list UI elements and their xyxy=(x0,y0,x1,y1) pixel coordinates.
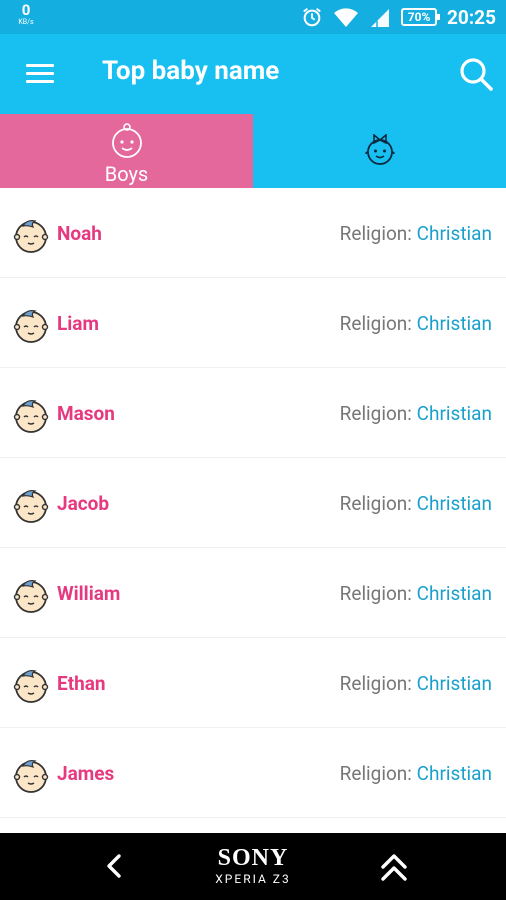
religion-value: Christian xyxy=(416,582,492,605)
baby-face-icon xyxy=(13,309,49,343)
battery-level: 70% xyxy=(407,10,431,24)
list-item[interactable]: Mason Religion: Christian xyxy=(0,368,506,458)
chevron-double-up-icon[interactable] xyxy=(378,850,410,884)
search-icon[interactable] xyxy=(458,56,494,92)
religion-info: Religion: Christian xyxy=(340,582,492,605)
baby-face-icon xyxy=(13,489,49,523)
brand-logo: SONY xyxy=(217,845,289,871)
device-model: XPERIA Z3 xyxy=(215,872,291,886)
list-item[interactable]: Ethan Religion: Christian xyxy=(0,638,506,728)
list-item[interactable]: Jacob Religion: Christian xyxy=(0,458,506,548)
religion-label: Religion: xyxy=(339,582,417,605)
alarm-icon xyxy=(303,7,321,27)
religion-value: Christian xyxy=(416,312,492,335)
tab-boys[interactable]: Boys xyxy=(0,114,253,188)
baby-face-icon xyxy=(13,579,49,613)
wifi-icon xyxy=(334,8,359,27)
baby-face-icon xyxy=(13,399,49,433)
gender-tabs: Boys xyxy=(0,114,506,188)
device-brand: SONY XPERIA Z3 xyxy=(0,845,506,886)
tab-boys-label: Boys xyxy=(104,162,149,186)
system-nav-bar: SONY XPERIA Z3 xyxy=(0,833,506,900)
religion-info: Religion: Christian xyxy=(340,672,492,695)
baby-face-icon xyxy=(13,669,49,703)
religion-label: Religion: xyxy=(339,312,417,335)
religion-value: Christian xyxy=(416,222,492,245)
baby-name: Jacob xyxy=(57,492,110,515)
hamburger-menu-icon[interactable] xyxy=(26,64,54,84)
baby-name: William xyxy=(57,582,121,605)
baby-face-icon xyxy=(13,219,49,253)
baby-name: Liam xyxy=(57,312,99,335)
baby-name: Mason xyxy=(57,402,115,425)
religion-info: Religion: Christian xyxy=(340,312,492,335)
baby-name: Ethan xyxy=(57,672,106,695)
cell-signal-icon xyxy=(371,9,390,27)
religion-value: Christian xyxy=(416,672,492,695)
baby-girl-icon xyxy=(364,134,395,165)
religion-info: Religion: Christian xyxy=(340,492,492,515)
baby-name: Noah xyxy=(57,222,102,245)
name-list: Noah Religion: Christian Liam Religion: … xyxy=(0,188,506,818)
religion-label: Religion: xyxy=(339,672,417,695)
tab-girls[interactable] xyxy=(253,114,506,188)
network-speed-unit: KB/s xyxy=(18,18,34,26)
religion-info: Religion: Christian xyxy=(340,222,492,245)
baby-face-icon xyxy=(13,759,49,793)
religion-label: Religion: xyxy=(339,222,417,245)
religion-value: Christian xyxy=(416,402,492,425)
status-time: 20:25 xyxy=(447,5,496,29)
back-icon[interactable] xyxy=(100,850,128,882)
page-title: Top baby name xyxy=(102,56,280,86)
religion-label: Religion: xyxy=(339,762,417,785)
list-item[interactable]: William Religion: Christian xyxy=(0,548,506,638)
religion-info: Religion: Christian xyxy=(340,762,492,785)
religion-info: Religion: Christian xyxy=(340,402,492,425)
app-bar: Top baby name xyxy=(0,34,506,114)
religion-value: Christian xyxy=(416,492,492,515)
religion-label: Religion: xyxy=(339,492,417,515)
list-item[interactable]: Noah Religion: Christian xyxy=(0,188,506,278)
baby-name: James xyxy=(57,762,115,785)
baby-boy-icon xyxy=(111,123,142,158)
network-speed-value: 0 xyxy=(21,1,31,19)
status-bar: 0 KB/s 70% 20:25 xyxy=(0,0,506,34)
religion-label: Religion: xyxy=(339,402,417,425)
religion-value: Christian xyxy=(416,762,492,785)
network-speed: 0 KB/s xyxy=(13,3,39,26)
battery-indicator: 70% xyxy=(401,8,441,26)
list-item[interactable]: Liam Religion: Christian xyxy=(0,278,506,368)
list-item[interactable]: James Religion: Christian xyxy=(0,728,506,818)
